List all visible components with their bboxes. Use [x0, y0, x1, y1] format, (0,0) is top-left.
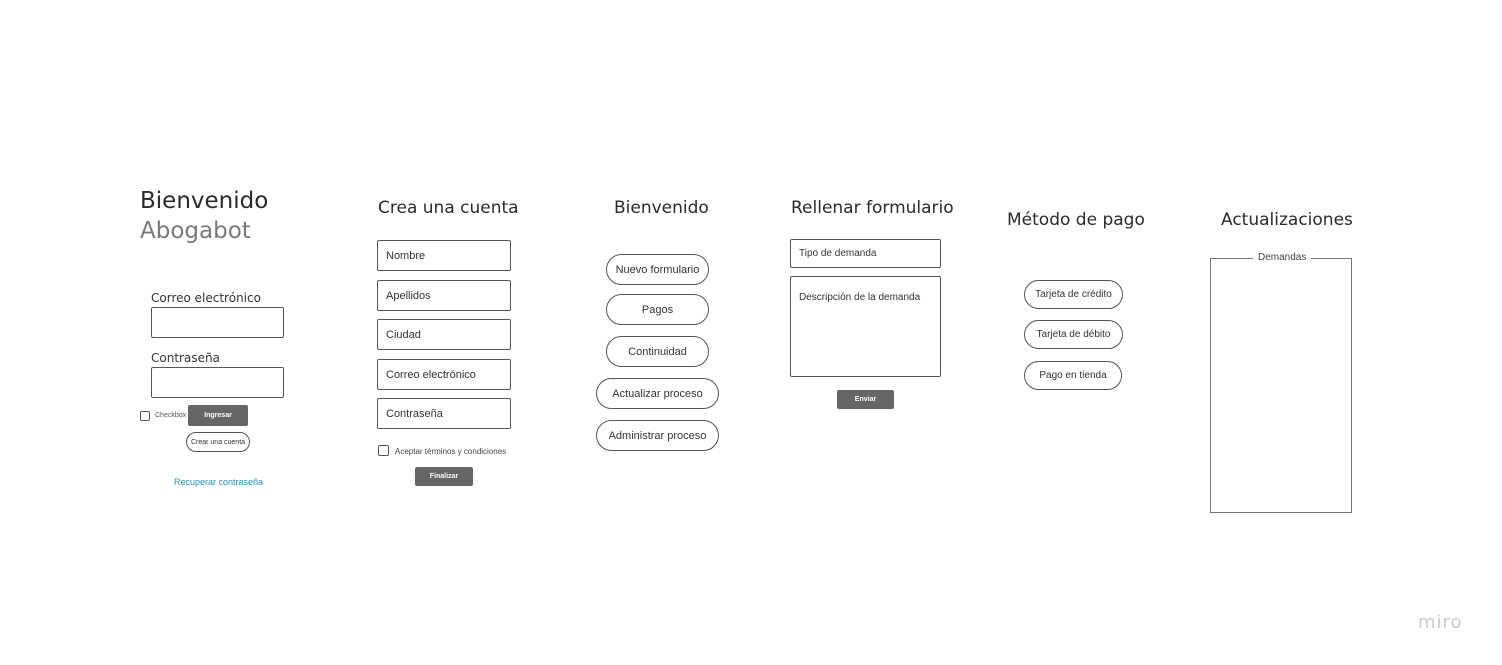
terms-checkbox[interactable]: [378, 445, 389, 456]
send-button[interactable]: Enviar: [837, 390, 894, 409]
password-field[interactable]: [151, 367, 284, 398]
register-password-field[interactable]: Contraseña: [377, 398, 511, 429]
login-checkbox-label: Checkbox: [155, 412, 187, 419]
update-process-button[interactable]: Actualizar proceso: [596, 378, 719, 409]
terms-label: Aceptar términos y condiciones: [395, 447, 507, 456]
login-title: Bienvenido: [140, 188, 269, 214]
payments-button[interactable]: Pagos: [606, 294, 709, 325]
login-button[interactable]: Ingresar: [188, 405, 248, 426]
email-field[interactable]: [151, 307, 284, 338]
payment-title: Método de pago: [1007, 210, 1145, 230]
register-title: Crea una cuenta: [378, 198, 519, 218]
demands-panel-label: Demandas: [1253, 252, 1312, 263]
recover-password-link[interactable]: Recuperar contraseña: [174, 477, 263, 487]
login-subtitle: Abogabot: [140, 218, 251, 244]
email-label: Correo electrónico: [151, 291, 261, 305]
credit-card-option[interactable]: Tarjeta de crédito: [1024, 280, 1123, 309]
miro-logo: miro: [1418, 612, 1463, 633]
password-label: Contraseña: [151, 351, 220, 365]
demands-panel[interactable]: [1210, 258, 1352, 513]
city-field[interactable]: Ciudad: [377, 319, 511, 350]
name-field[interactable]: Nombre: [377, 240, 511, 271]
new-form-button[interactable]: Nuevo formulario: [606, 254, 709, 285]
store-payment-option[interactable]: Pago en tienda: [1024, 361, 1122, 390]
create-account-button[interactable]: Crear una cuenta: [186, 432, 250, 452]
demand-description-field[interactable]: Descripción de la demanda: [790, 276, 941, 377]
finish-button[interactable]: Finalizar: [415, 467, 473, 486]
surname-field[interactable]: Apellidos: [377, 280, 511, 311]
manage-process-button[interactable]: Administrar proceso: [596, 420, 719, 451]
demand-type-field[interactable]: Tipo de demanda: [790, 239, 941, 268]
debit-card-option[interactable]: Tarjeta de débito: [1024, 320, 1123, 349]
updates-title: Actualizaciones: [1221, 210, 1353, 230]
register-email-field[interactable]: Correo electrónico: [377, 359, 511, 390]
continuity-button[interactable]: Continuidad: [606, 336, 709, 367]
home-title: Bienvenido: [614, 198, 709, 218]
login-checkbox[interactable]: [140, 411, 150, 421]
form-title: Rellenar formulario: [791, 198, 954, 218]
